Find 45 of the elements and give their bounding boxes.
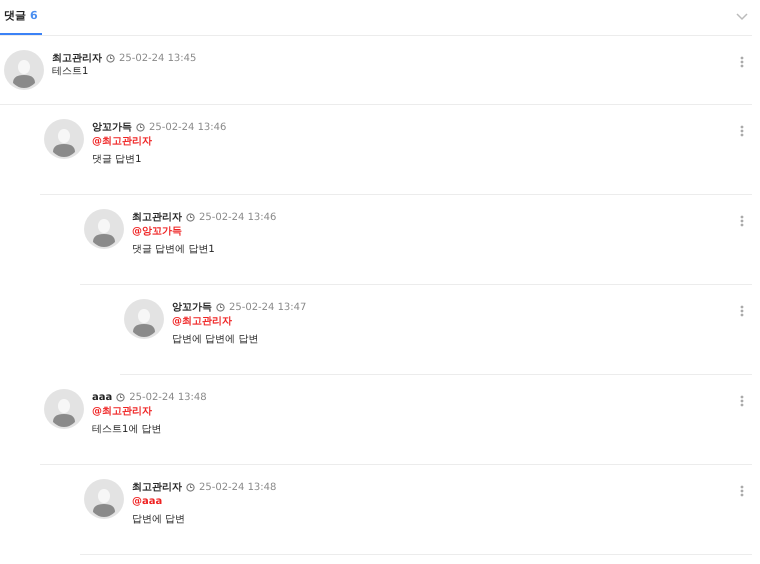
author-name: aaa — [92, 390, 112, 404]
clock-icon — [106, 54, 115, 62]
mention-link[interactable]: @최고관리자 — [172, 314, 232, 330]
mention-link[interactable]: @aaa — [132, 494, 162, 510]
clock-icon — [186, 482, 195, 492]
clock-icon — [136, 122, 145, 132]
avatar-icon — [124, 299, 164, 339]
author-name: 최고관리자 — [132, 210, 182, 224]
more-options-icon[interactable] — [740, 215, 744, 227]
more-options-icon[interactable] — [740, 56, 744, 68]
comment-time: 25-02-24 13:48 — [129, 390, 207, 404]
comment-count: 6 — [30, 8, 38, 24]
mention-link[interactable]: @최고관리자 — [92, 404, 152, 420]
author-name: 최고관리자 — [132, 480, 182, 494]
comment-time: 25-02-24 13:46 — [199, 210, 276, 224]
mention-link[interactable]: @최고관리자 — [92, 134, 152, 150]
avatar-icon — [4, 50, 44, 90]
clock-icon — [116, 392, 126, 402]
mention-link[interactable]: @앙꼬가득 — [132, 224, 182, 240]
avatar-icon — [84, 479, 124, 519]
chevron-down-icon[interactable] — [736, 13, 748, 21]
comment-text: 답변에 답변 — [132, 513, 186, 527]
comment-time: 25-02-24 13:47 — [229, 300, 306, 314]
clock-icon — [186, 212, 195, 222]
more-options-icon[interactable] — [740, 395, 744, 407]
comment-time: 25-02-24 13:46 — [149, 120, 226, 134]
author-name: 앙꼬가득 — [172, 300, 212, 314]
comments-tab[interactable]: 댓글 6 — [0, 0, 42, 35]
comment-text: 댓글 답변에 답변1 — [132, 243, 215, 257]
comment-text: 댓글 답변1 — [92, 153, 142, 167]
comment-time: 25-02-24 13:45 — [119, 52, 196, 66]
author-name: 최고관리자 — [52, 52, 102, 66]
more-options-icon[interactable] — [740, 125, 744, 137]
clock-icon — [216, 302, 225, 312]
tab-title: 댓글 — [4, 8, 26, 24]
avatar-icon — [84, 209, 124, 249]
avatar-icon — [44, 119, 84, 159]
author-name: 앙꼬가득 — [92, 120, 132, 134]
more-options-icon[interactable] — [740, 485, 744, 497]
avatar-icon — [44, 389, 84, 429]
comment-text: 테스트1 — [52, 65, 88, 79]
comment-text: 테스트1에 답변 — [92, 423, 162, 437]
comment-text: 답변에 답변에 답변 — [172, 333, 258, 347]
more-options-icon[interactable] — [740, 305, 744, 317]
comment-time: 25-02-24 13:48 — [199, 480, 276, 494]
